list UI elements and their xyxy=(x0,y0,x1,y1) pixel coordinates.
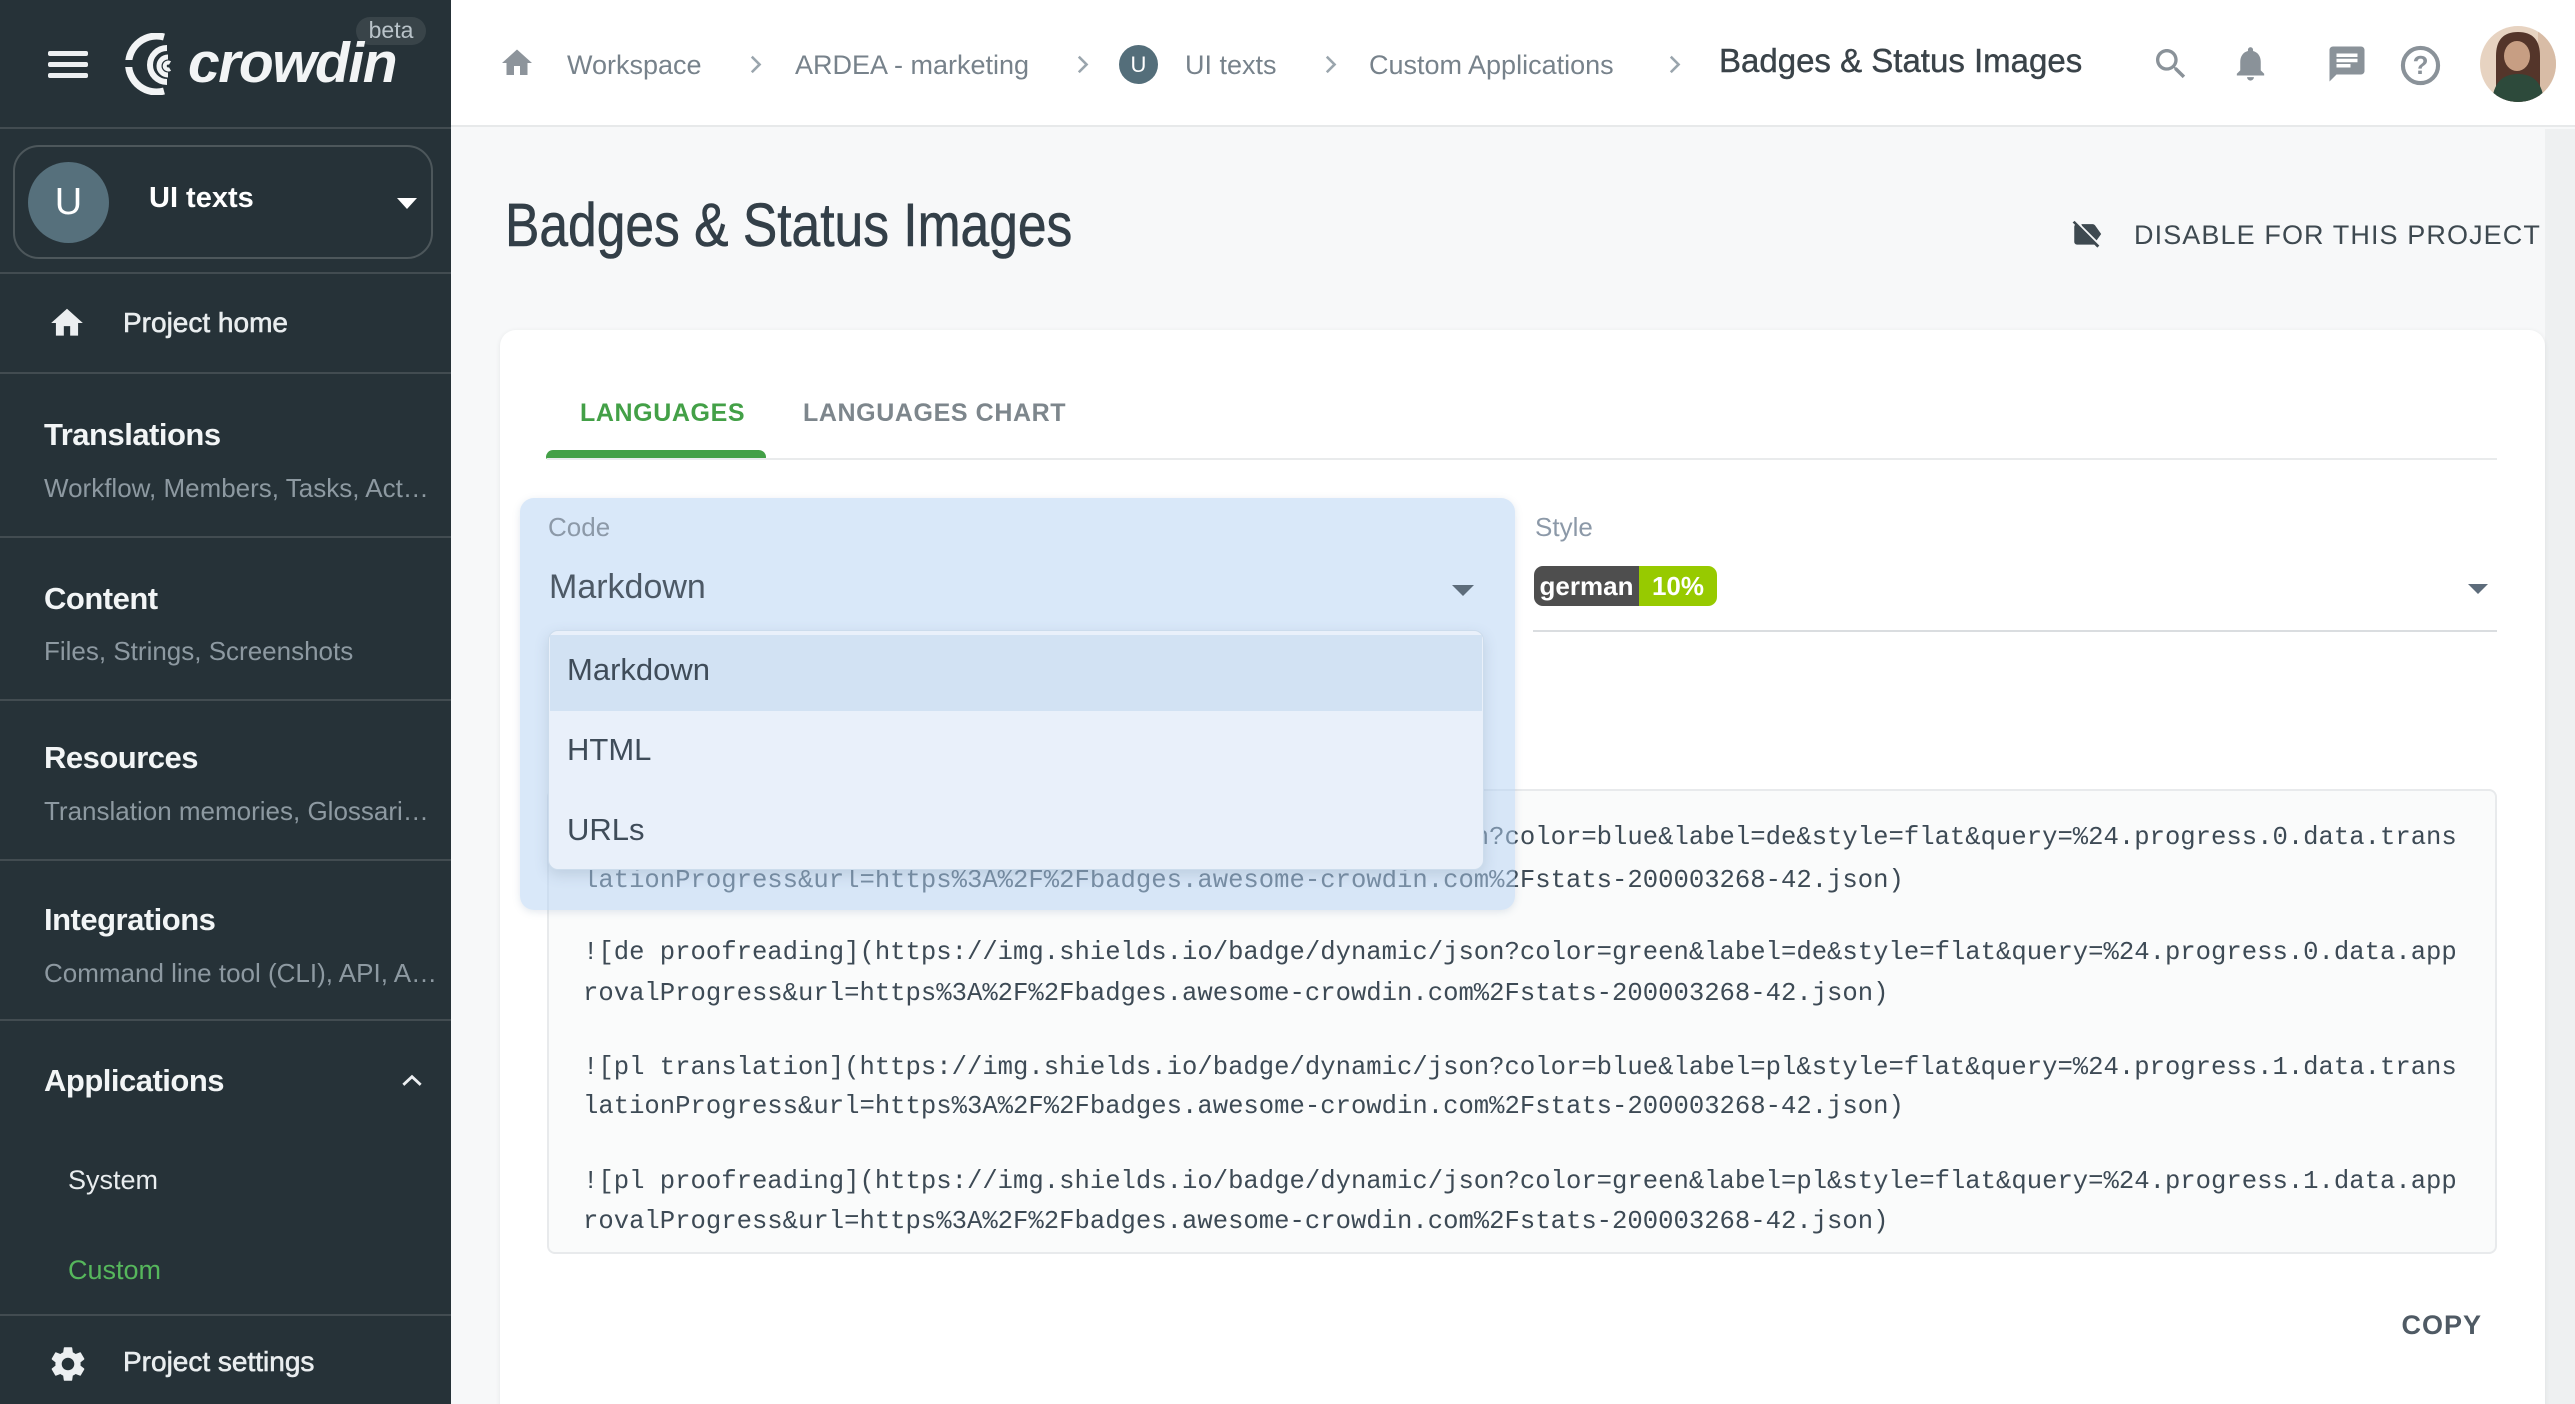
svg-text:?: ? xyxy=(2413,50,2429,80)
